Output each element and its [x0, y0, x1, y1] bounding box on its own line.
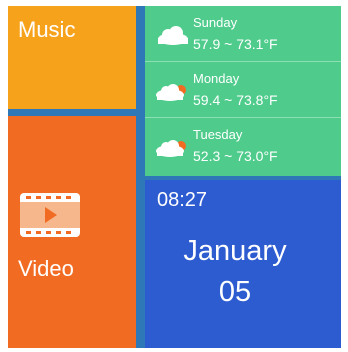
weather-row-monday[interactable]: Monday 59.4 ~ 73.8°F [145, 62, 341, 118]
weather-temp: 57.9 ~ 73.1°F [193, 36, 278, 52]
weather-day: Sunday [193, 15, 238, 30]
weather-temp: 52.3 ~ 73.0°F [193, 148, 278, 164]
weather-temp: 59.4 ~ 73.8°F [193, 92, 278, 108]
weather-row-tuesday[interactable]: Tuesday 52.3 ~ 73.0°F [145, 118, 341, 174]
weather-row-sunday[interactable]: Sunday 57.9 ~ 73.1°F [145, 6, 341, 62]
weather-day: Monday [193, 71, 240, 86]
clock-time: 08:27 [157, 189, 208, 211]
launcher-screen: Music Video Sunday 57.9 ~ 73.1°F Monday … [0, 0, 348, 352]
weather-day: Tuesday [193, 127, 243, 142]
weather-panel[interactable]: Sunday 57.9 ~ 73.1°F Monday 59.4 ~ 73.8°… [145, 6, 341, 176]
cloud-sun-icon [156, 84, 186, 101]
video-label: Video [18, 256, 74, 281]
column-separator [136, 6, 145, 348]
cloudy-icon [158, 26, 188, 45]
clock-date: 05 [218, 276, 252, 308]
film-play-icon [20, 193, 80, 237]
tile-separator [8, 109, 136, 116]
clock-tile[interactable]: 08:27 January 05 [145, 180, 341, 348]
clock-month: January [183, 235, 287, 267]
cloud-sun-icon [156, 140, 186, 157]
music-label: Music [18, 17, 76, 42]
video-tile[interactable]: Video [8, 116, 136, 348]
music-tile[interactable]: Music [8, 6, 136, 109]
